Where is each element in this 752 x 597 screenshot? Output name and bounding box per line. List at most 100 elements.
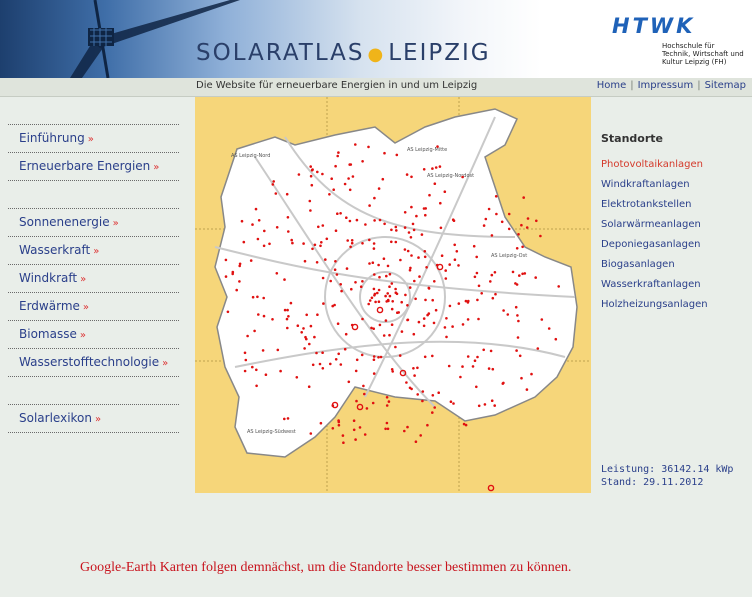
pv-marker[interactable] <box>291 241 294 245</box>
sidebar-item-wasserstofftechnologie[interactable]: Wasserstofftechnologie» <box>8 348 179 376</box>
pv-marker[interactable] <box>405 173 409 176</box>
pv-marker[interactable] <box>453 243 457 247</box>
pv-marker[interactable] <box>362 384 365 388</box>
pv-marker[interactable] <box>360 353 364 357</box>
pv-marker[interactable] <box>313 243 317 247</box>
pv-marker[interactable] <box>379 355 383 359</box>
pv-marker[interactable] <box>321 224 325 227</box>
pv-marker[interactable] <box>394 240 398 244</box>
pv-marker[interactable] <box>255 368 258 372</box>
pv-marker[interactable] <box>406 249 410 253</box>
pv-marker[interactable] <box>554 337 558 341</box>
pv-marker[interactable] <box>371 261 375 264</box>
pv-marker[interactable] <box>412 228 416 232</box>
pv-marker[interactable] <box>388 333 391 337</box>
pv-marker[interactable] <box>399 258 402 262</box>
pv-marker[interactable] <box>414 440 418 444</box>
pv-marker[interactable] <box>489 280 492 283</box>
pv-marker[interactable] <box>253 329 256 333</box>
pv-marker[interactable] <box>251 223 254 226</box>
pv-marker[interactable] <box>272 180 275 183</box>
pv-marker[interactable] <box>319 244 322 248</box>
pv-marker[interactable] <box>343 347 347 351</box>
pv-marker[interactable] <box>419 434 422 437</box>
pv-marker[interactable] <box>384 319 388 322</box>
pv-marker[interactable] <box>315 261 319 264</box>
pv-marker[interactable] <box>487 207 491 211</box>
pv-marker[interactable] <box>303 347 306 350</box>
pv-marker[interactable] <box>251 295 255 299</box>
nav-home-link[interactable]: Home <box>597 80 627 91</box>
pv-marker[interactable] <box>391 300 394 303</box>
pv-marker[interactable] <box>345 216 348 219</box>
pv-marker[interactable] <box>271 183 275 186</box>
pv-marker[interactable] <box>224 275 228 278</box>
sidebar-item-wasserkraft[interactable]: Wasserkraft» <box>8 236 179 264</box>
pv-marker[interactable] <box>431 411 434 414</box>
pv-marker[interactable] <box>408 286 412 289</box>
pv-marker[interactable] <box>439 201 442 205</box>
pv-marker[interactable] <box>305 313 308 317</box>
pv-marker[interactable] <box>525 388 529 391</box>
pv-marker[interactable] <box>491 296 495 300</box>
pv-marker[interactable] <box>457 302 461 305</box>
pv-marker[interactable] <box>242 240 246 244</box>
pv-marker[interactable] <box>257 313 260 316</box>
pv-marker[interactable] <box>400 330 404 333</box>
pv-marker[interactable] <box>476 355 479 359</box>
pv-marker[interactable] <box>255 384 258 388</box>
pv-marker[interactable] <box>384 294 387 298</box>
pv-marker[interactable] <box>424 213 427 217</box>
pv-marker[interactable] <box>286 417 290 420</box>
pv-marker[interactable] <box>370 296 374 300</box>
pv-marker[interactable] <box>410 387 413 391</box>
pv-marker[interactable] <box>433 280 436 283</box>
pv-marker[interactable] <box>337 420 341 424</box>
pv-marker[interactable] <box>287 230 290 233</box>
pv-marker[interactable] <box>302 242 305 245</box>
pv-marker[interactable] <box>425 266 428 269</box>
pv-marker[interactable] <box>329 362 332 366</box>
pv-marker[interactable] <box>471 365 475 368</box>
pv-marker[interactable] <box>434 308 438 312</box>
pv-marker[interactable] <box>484 217 488 221</box>
pv-marker[interactable] <box>404 293 407 297</box>
pv-marker[interactable] <box>263 229 266 233</box>
pv-marker[interactable] <box>370 326 373 330</box>
pv-marker[interactable] <box>352 419 356 423</box>
pv-marker[interactable] <box>410 175 413 179</box>
pv-marker[interactable] <box>333 268 337 271</box>
pv-marker[interactable] <box>373 219 376 222</box>
pv-marker[interactable] <box>400 300 403 304</box>
pv-marker[interactable] <box>321 172 324 176</box>
pv-marker[interactable] <box>373 196 376 200</box>
pv-marker[interactable] <box>383 151 386 155</box>
pv-marker[interactable] <box>264 373 268 377</box>
pv-marker[interactable] <box>409 266 412 270</box>
pv-marker[interactable] <box>251 365 254 369</box>
pv-marker[interactable] <box>310 183 314 187</box>
pv-marker[interactable] <box>285 192 289 196</box>
pv-marker[interactable] <box>363 392 366 396</box>
pv-marker[interactable] <box>332 188 335 191</box>
pv-marker[interactable] <box>394 291 398 294</box>
pv-marker[interactable] <box>290 238 293 242</box>
pv-marker[interactable] <box>349 163 353 166</box>
pv-marker[interactable] <box>340 289 343 293</box>
pv-marker[interactable] <box>243 369 247 373</box>
pv-marker[interactable] <box>406 425 409 429</box>
pv-marker[interactable] <box>403 211 407 214</box>
pv-marker[interactable] <box>500 220 504 224</box>
pv-marker[interactable] <box>336 212 339 215</box>
pv-marker[interactable] <box>448 263 451 266</box>
pv-marker[interactable] <box>377 356 380 359</box>
pv-marker[interactable] <box>390 282 394 285</box>
pv-marker[interactable] <box>437 391 440 395</box>
pv-marker[interactable] <box>418 275 421 278</box>
pv-marker[interactable] <box>390 240 393 244</box>
pv-marker[interactable] <box>415 214 418 218</box>
pv-marker[interactable] <box>434 166 438 169</box>
pv-marker[interactable] <box>262 244 266 248</box>
pv-marker[interactable] <box>359 285 363 288</box>
pv-marker[interactable] <box>275 226 279 229</box>
